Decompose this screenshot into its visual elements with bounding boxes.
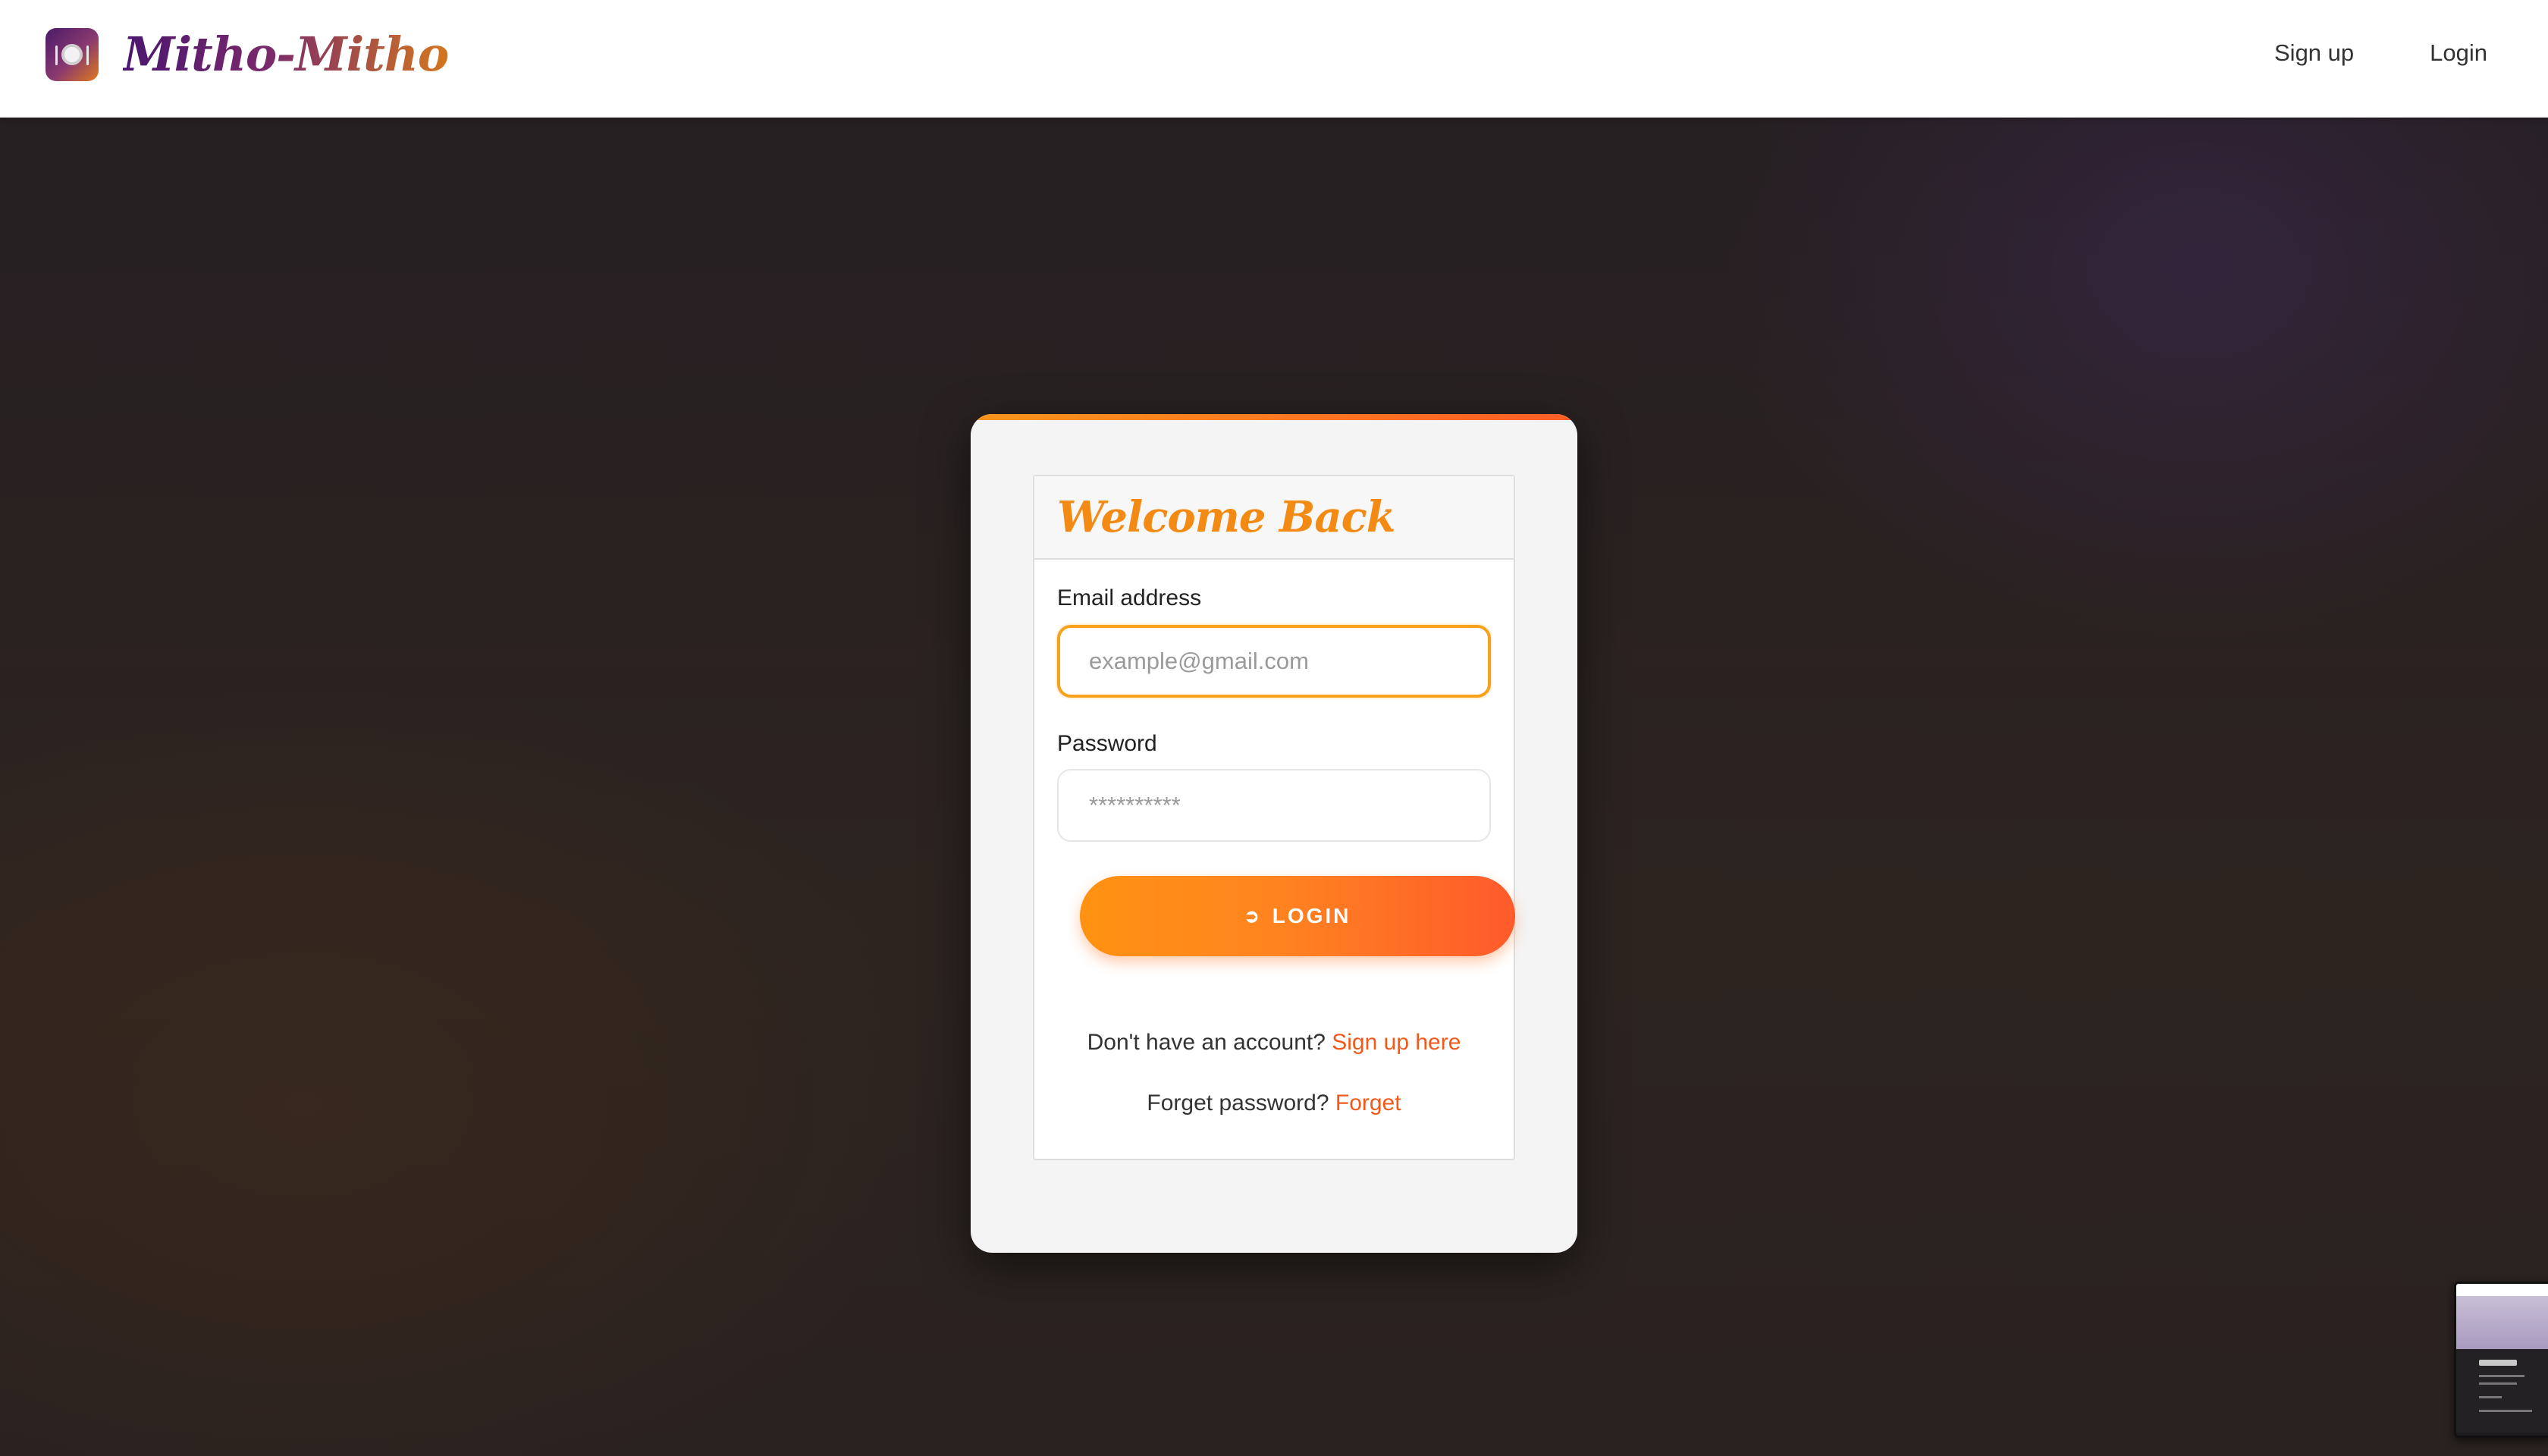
- login-button[interactable]: ➲ LOGIN: [1080, 876, 1515, 956]
- forget-prompt-line: Forget password? Forget: [1034, 1090, 1514, 1116]
- email-field[interactable]: [1057, 625, 1491, 698]
- nav-login-link[interactable]: Login: [2430, 39, 2487, 67]
- sign-in-icon: ➲: [1244, 905, 1262, 927]
- nav-links: Sign up Login: [2274, 39, 2487, 67]
- signup-prompt-line: Don't have an account? Sign up here: [1034, 1030, 1514, 1056]
- password-field[interactable]: [1057, 769, 1491, 842]
- card-title: Welcome Back: [1057, 492, 1396, 542]
- login-button-label: LOGIN: [1272, 904, 1351, 927]
- login-card: Welcome Back Email address Password ➲ LO…: [971, 414, 1577, 1253]
- password-label: Password: [1057, 731, 1157, 756]
- forget-link[interactable]: Forget: [1335, 1090, 1401, 1116]
- plate-cutlery-icon: [46, 27, 99, 81]
- card-header: Welcome Back: [1034, 476, 1514, 560]
- signup-here-link[interactable]: Sign up here: [1332, 1030, 1461, 1055]
- nav-signup-link[interactable]: Sign up: [2274, 39, 2354, 67]
- email-label: Email address: [1057, 585, 1202, 610]
- brand-name: Mitho-Mitho: [123, 27, 449, 82]
- login-form: Welcome Back Email address Password ➲ LO…: [1033, 475, 1515, 1160]
- signup-prompt-text: Don't have an account?: [1087, 1030, 1326, 1055]
- forget-prompt-text: Forget password?: [1147, 1090, 1329, 1116]
- page-preview-thumbnail[interactable]: [2454, 1282, 2548, 1438]
- top-navbar: Mitho-Mitho Sign up Login: [0, 0, 2548, 118]
- brand[interactable]: Mitho-Mitho: [46, 27, 449, 82]
- card-accent-bar: [971, 414, 1577, 420]
